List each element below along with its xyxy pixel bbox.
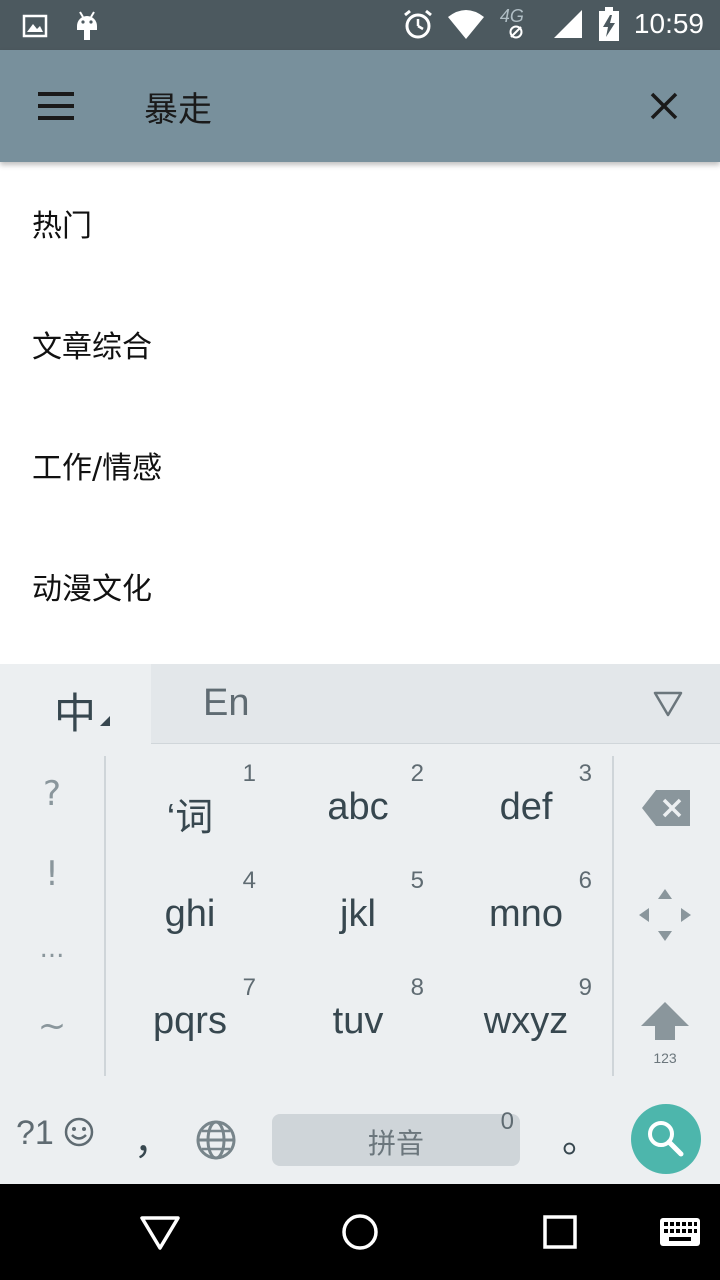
menu-button[interactable] [30, 86, 82, 126]
punctuation-column: ? ! ... ~ [0, 756, 104, 1076]
close-button[interactable] [644, 86, 684, 126]
data-off-icon [509, 25, 523, 39]
status-bar: 4G 10:59 [0, 0, 720, 50]
globe-icon [196, 1120, 236, 1160]
space-number: 0 [500, 1108, 514, 1135]
alarm-icon [403, 9, 432, 39]
english-mode-tab[interactable]: En [151, 664, 720, 744]
list-item-work-emotion[interactable]: 工作/情感 [0, 404, 720, 525]
shift-123-label: 123 [653, 1050, 677, 1066]
key-number: 2 [410, 760, 424, 787]
category-list: 热门 文章综合 工作/情感 动漫文化 [0, 162, 720, 664]
space-key[interactable]: 拼音 0 [272, 1108, 520, 1166]
key-label: def [499, 786, 553, 828]
recents-icon [543, 1215, 577, 1249]
key-7[interactable]: 7 pqrs [106, 968, 274, 1075]
clock: 10:59 [633, 8, 704, 39]
key-5[interactable]: 5 jkl [274, 861, 442, 968]
key-label: ghi [164, 893, 216, 935]
recents-button[interactable] [538, 1210, 582, 1254]
key-number: 7 [242, 974, 256, 1001]
close-icon [650, 92, 678, 120]
key-label: ‘词 [166, 797, 214, 839]
list-item-anime[interactable]: 动漫文化 [0, 525, 720, 646]
keyboard-bottom-row: ?1 ， 拼音 0 。 [0, 1084, 720, 1184]
key-label: pqrs [153, 1000, 227, 1042]
mobile-data-indicator: 4G [498, 6, 538, 42]
key-number: 8 [410, 974, 424, 1001]
key-label: tuv [332, 1000, 384, 1042]
key-number: 3 [578, 760, 592, 787]
symbols-label: ?1 [16, 1114, 54, 1152]
key-label: jkl [340, 893, 376, 935]
search-icon [648, 1121, 684, 1157]
comma-key[interactable]: ， [134, 1110, 172, 1165]
cursor-move-key[interactable] [614, 861, 720, 968]
battery-charging-icon [598, 7, 619, 41]
home-icon [342, 1214, 378, 1250]
backspace-icon [642, 790, 690, 826]
cursor-arrows-icon [639, 889, 691, 941]
android-icon [77, 11, 97, 40]
tilde-key[interactable]: ~ [0, 1006, 104, 1046]
key-number: 9 [578, 974, 592, 1001]
key-number: 4 [242, 867, 256, 894]
key-label: wxyz [483, 1000, 569, 1042]
collapse-keyboard-icon[interactable] [652, 690, 684, 718]
backspace-key[interactable] [614, 754, 720, 861]
back-icon [140, 1216, 180, 1250]
app-toolbar: 暴走 [0, 50, 720, 162]
list-item-hot[interactable]: 热门 [0, 162, 720, 283]
shift-key[interactable]: 123 [614, 968, 720, 1075]
key-number: 6 [578, 867, 592, 894]
system-nav-bar [0, 1184, 720, 1280]
key-3[interactable]: 3 def [442, 754, 610, 861]
exclamation-key[interactable]: ! [0, 854, 104, 894]
page-title: 暴走 [144, 90, 212, 130]
mode-dropdown-indicator-icon [100, 716, 110, 726]
wifi-icon [447, 10, 484, 39]
key-label: mno [489, 893, 563, 935]
search-button[interactable] [631, 1104, 701, 1174]
key-6[interactable]: 6 mno [442, 861, 610, 968]
keyboard-top-bar: 中 En [0, 664, 720, 744]
key-label: abc [327, 786, 389, 828]
key-number: 5 [410, 867, 424, 894]
symbols-emoji-key[interactable]: ?1 [16, 1114, 95, 1153]
soft-keyboard: 中 En ? ! ... ~ 1 ‘词 2 abc 3 def 4 ghi 5 … [0, 664, 720, 1184]
smiley-icon [65, 1117, 94, 1147]
period-key[interactable]: 。 [562, 1108, 600, 1163]
home-button[interactable] [338, 1210, 382, 1254]
chinese-mode-label: 中 [54, 689, 97, 738]
cellular-signal-icon [553, 10, 582, 38]
keyboard-switch-button[interactable] [658, 1210, 702, 1254]
chinese-mode-button[interactable]: 中 [0, 664, 151, 744]
image-icon [22, 14, 48, 38]
key-2[interactable]: 2 abc [274, 754, 442, 861]
key-8[interactable]: 8 tuv [274, 968, 442, 1075]
key-9[interactable]: 9 wxyz [442, 968, 610, 1075]
ellipsis-key[interactable]: ... [0, 934, 104, 964]
list-item-articles[interactable]: 文章综合 [0, 283, 720, 404]
key-number: 1 [242, 760, 256, 787]
back-button[interactable] [138, 1210, 182, 1254]
language-switch-key[interactable] [194, 1118, 238, 1162]
key-4[interactable]: 4 ghi [106, 861, 274, 968]
space-label: 拼音 [367, 1127, 424, 1160]
hamburger-menu-icon [38, 92, 74, 120]
keyboard-icon [660, 1218, 700, 1246]
key-1[interactable]: 1 ‘词 [106, 754, 274, 861]
english-mode-label: En [203, 682, 250, 724]
question-mark-key[interactable]: ? [0, 774, 104, 814]
